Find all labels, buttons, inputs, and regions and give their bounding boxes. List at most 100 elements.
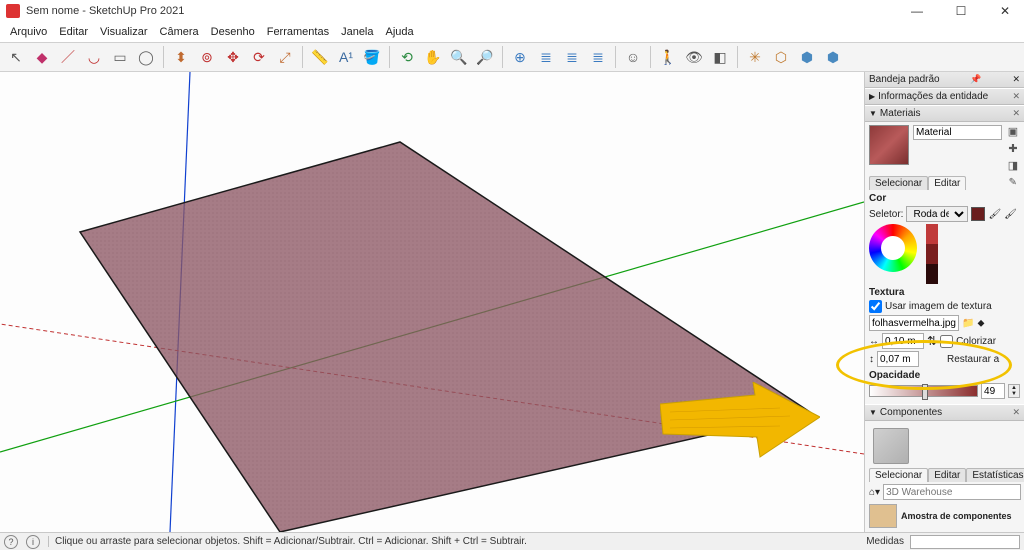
menu-visualizar[interactable]: Visualizar	[94, 26, 154, 38]
tab-edit[interactable]: Editar	[928, 176, 966, 190]
cube1-button[interactable]: ⬡	[769, 45, 793, 69]
opacity-slider[interactable]	[869, 385, 978, 397]
comp-tab-stats[interactable]: Estatísticas	[966, 468, 1024, 482]
edit-texture-icon[interactable]: ⬥	[977, 318, 984, 329]
menu-desenho[interactable]: Desenho	[205, 26, 261, 38]
minimize-button[interactable]: —	[904, 4, 930, 18]
eraser-tool[interactable]: ◆	[30, 45, 54, 69]
tray-close-icon[interactable]: ✕	[1012, 74, 1020, 85]
comp-tab-select[interactable]: Selecionar	[869, 468, 928, 482]
axes-tool[interactable]: ✳	[743, 45, 767, 69]
pushpull-tool[interactable]: ⬍	[169, 45, 193, 69]
match-screen-icon[interactable]: 🖌	[988, 209, 1001, 220]
color-shade-light[interactable]	[926, 224, 938, 244]
menu-arquivo[interactable]: Arquivo	[4, 26, 53, 38]
walk-tool[interactable]: 🚶	[656, 45, 680, 69]
sample-components-label: Amostra de componentes	[901, 511, 1012, 521]
link-dims-icon[interactable]: ⇅	[927, 334, 937, 348]
texture-file-input[interactable]	[869, 315, 959, 331]
orbit-tool[interactable]: ⟲	[395, 45, 419, 69]
toolbar-separator	[163, 46, 164, 68]
layers2-button[interactable]: ≣	[560, 45, 584, 69]
maximize-button[interactable]: ☐	[948, 4, 974, 18]
tray-title[interactable]: Bandeja padrão 📌 ✕	[865, 72, 1024, 88]
opacity-spin-down[interactable]: ▼	[1009, 391, 1019, 397]
color-shade-dark[interactable]	[926, 264, 938, 284]
warehouse-search-input[interactable]	[883, 484, 1021, 500]
circle-tool[interactable]: ◯	[134, 45, 158, 69]
comp-tab-edit[interactable]: Editar	[928, 468, 966, 482]
components-header[interactable]: ▼ Componentes ✕	[865, 404, 1024, 421]
color-selector[interactable]: Roda de cores	[906, 206, 968, 222]
cube2-button[interactable]: ⬢	[795, 45, 819, 69]
texture-section-label: Textura	[869, 287, 1020, 298]
select-tool[interactable]: ↖	[4, 45, 28, 69]
colorize-checkbox[interactable]	[940, 335, 953, 348]
component-thumbnail[interactable]	[873, 428, 909, 464]
texture-height-input[interactable]	[877, 351, 919, 367]
match-model-icon[interactable]: 🖌	[1004, 209, 1017, 220]
panel-close-icon[interactable]: ✕	[1012, 91, 1020, 102]
help-icon[interactable]: ?	[4, 535, 18, 549]
toolbar-separator	[502, 46, 503, 68]
use-texture-checkbox[interactable]	[869, 300, 882, 313]
menu-ferramentas[interactable]: Ferramentas	[261, 26, 335, 38]
panel-close-icon[interactable]: ✕	[1012, 108, 1020, 119]
menu-janela[interactable]: Janela	[335, 26, 379, 38]
home-pick-icon[interactable]: ⌂▾	[869, 487, 880, 498]
tape-tool[interactable]: 📏	[308, 45, 332, 69]
pan-tool[interactable]: ✋	[421, 45, 445, 69]
current-color-swatch[interactable]	[971, 207, 985, 221]
entity-info-header[interactable]: ▶ Informações da entidade ✕	[865, 88, 1024, 105]
colorize-label: Colorizar	[956, 336, 996, 347]
menu-ajuda[interactable]: Ajuda	[380, 26, 420, 38]
panel-close-icon[interactable]: ✕	[1012, 407, 1020, 418]
model-viewport[interactable]	[0, 72, 864, 532]
text-tool[interactable]: A¹	[334, 45, 358, 69]
toolbar-separator	[615, 46, 616, 68]
layers-button[interactable]: ≣	[534, 45, 558, 69]
arc-tool[interactable]: ◡	[82, 45, 106, 69]
tab-select[interactable]: Selecionar	[869, 176, 928, 190]
move-tool[interactable]: ✥	[221, 45, 245, 69]
materials-panel-body: ▣ ✚ ◨ Selecionar Editar ✎ Cor Seletor: R…	[865, 122, 1024, 404]
scale-tool[interactable]: ⤢	[273, 45, 297, 69]
color-shade-mid[interactable]	[926, 244, 938, 264]
menu-editar[interactable]: Editar	[53, 26, 94, 38]
materials-header[interactable]: ▼ Materiais ✕	[865, 105, 1024, 122]
browse-texture-icon[interactable]: 📁	[962, 318, 974, 329]
material-thumbnail[interactable]	[869, 125, 909, 165]
color-wheel[interactable]	[869, 224, 917, 272]
layers3-button[interactable]: ≣	[586, 45, 610, 69]
component-sample-thumb[interactable]	[869, 504, 897, 528]
zoom-tool[interactable]: 🔍	[447, 45, 471, 69]
texture-width-input[interactable]	[882, 333, 924, 349]
user-button[interactable]: ☺	[621, 45, 645, 69]
toolbar-separator	[737, 46, 738, 68]
line-tool[interactable]: ／	[56, 45, 80, 69]
add-location-button[interactable]: ⊕	[508, 45, 532, 69]
menubar: Arquivo Editar Visualizar Câmera Desenho…	[0, 22, 1024, 42]
look-tool[interactable]: 👁	[682, 45, 706, 69]
offset-tool[interactable]: ⊚	[195, 45, 219, 69]
menu-camera[interactable]: Câmera	[154, 26, 205, 38]
opacity-value-input[interactable]	[981, 383, 1005, 399]
pin-icon[interactable]: 📌	[970, 74, 981, 85]
section-tool[interactable]: ◧	[708, 45, 732, 69]
sample-paint-icon[interactable]: ✎	[1006, 176, 1020, 190]
info-icon[interactable]: i	[26, 535, 40, 549]
zoom-extents-tool[interactable]: 🔎	[473, 45, 497, 69]
material-name-input[interactable]	[913, 125, 1002, 140]
toolbar-separator	[650, 46, 651, 68]
create-material-icon[interactable]: ✚	[1006, 142, 1020, 156]
close-button[interactable]: ✕	[992, 4, 1018, 18]
default-material-icon[interactable]: ◨	[1006, 159, 1020, 173]
toolbar-separator	[389, 46, 390, 68]
rectangle-tool[interactable]: ▭	[108, 45, 132, 69]
measurements-input[interactable]	[910, 535, 1020, 549]
rotate-tool[interactable]: ⟳	[247, 45, 271, 69]
opacity-slider-thumb[interactable]	[922, 384, 928, 400]
display-front-icon[interactable]: ▣	[1006, 125, 1020, 139]
paint-tool[interactable]: 🪣	[360, 45, 384, 69]
cube3-button[interactable]: ⬢	[821, 45, 845, 69]
